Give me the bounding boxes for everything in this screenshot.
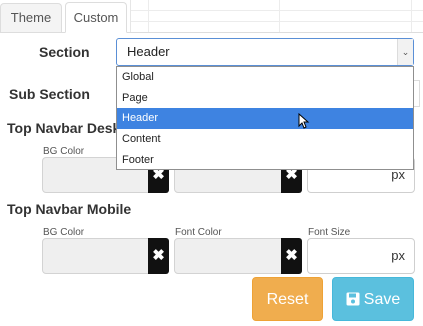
clear-icon[interactable]: ✖ — [148, 238, 169, 274]
mobile-font-color-input[interactable] — [174, 238, 282, 274]
mobile-bg-color-label: BG Color — [43, 227, 85, 238]
tab-divider — [0, 32, 423, 33]
mouse-pointer-icon — [298, 113, 310, 129]
dropdown-option-footer[interactable]: Footer — [117, 150, 413, 171]
save-button[interactable]: Save — [332, 277, 414, 321]
mobile-font-color-label: Font Color — [175, 227, 222, 238]
tab-custom[interactable]: Custom — [65, 2, 127, 33]
tab-bar: Theme Custom — [0, 0, 423, 33]
desktop-bg-color-label: BG Color — [43, 146, 85, 157]
chevron-down-icon[interactable]: ⌄ — [397, 39, 413, 65]
section-select[interactable]: Header ⌄ — [116, 38, 414, 66]
clear-icon[interactable]: ✖ — [281, 238, 302, 274]
reset-button-label: Reset — [266, 291, 309, 308]
top-navbar-mobile-heading: Top Navbar Mobile — [7, 201, 132, 217]
mobile-font-size-unit: px — [391, 248, 405, 263]
mobile-font-size-input[interactable]: px — [307, 238, 415, 274]
mobile-bg-color-input[interactable] — [42, 238, 149, 274]
sub-section-label: Sub Section — [9, 86, 90, 102]
top-navbar-desktop-heading: Top Navbar Desk — [7, 120, 121, 136]
floppy-disk-icon — [346, 292, 360, 306]
dropdown-option-page[interactable]: Page — [117, 88, 413, 109]
tab-theme[interactable]: Theme — [0, 3, 62, 33]
save-button-label: Save — [363, 291, 401, 308]
dropdown-option-header[interactable]: Header — [117, 108, 413, 129]
background-grid — [130, 0, 423, 32]
section-dropdown-list[interactable]: Global Page Header Content Footer — [116, 66, 414, 170]
dropdown-option-content[interactable]: Content — [117, 129, 413, 150]
dropdown-option-global[interactable]: Global — [117, 67, 413, 88]
reset-button[interactable]: Reset — [252, 277, 323, 321]
section-label: Section — [39, 44, 90, 60]
section-select-value: Header — [127, 44, 170, 59]
mobile-font-size-label: Font Size — [308, 227, 351, 238]
